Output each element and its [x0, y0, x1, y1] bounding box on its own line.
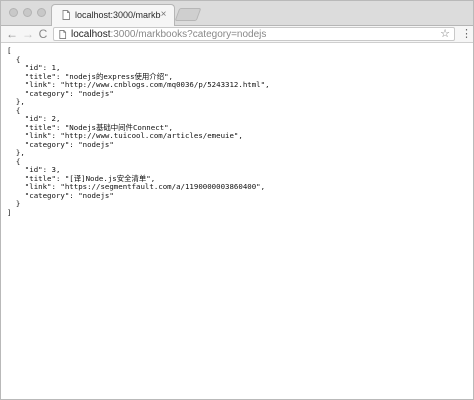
forward-button[interactable]: →	[21, 27, 35, 41]
browser-window: localhost:3000/markbooks?c × ← → C local…	[0, 0, 474, 400]
back-button[interactable]: ←	[5, 27, 19, 41]
page-info-icon[interactable]	[58, 30, 67, 39]
json-response-text: [ { "id": 1, "title": "nodejs的express使用介…	[7, 46, 270, 217]
browser-menu-icon[interactable]: ⋮	[461, 27, 472, 41]
bookmark-star-icon[interactable]: ☆	[440, 28, 450, 40]
tab-title: localhost:3000/markbooks?c	[75, 10, 161, 20]
maximize-window-button[interactable]	[37, 8, 46, 17]
url-path: :3000/markbooks?category=nodejs	[110, 29, 267, 40]
page-content: [ { "id": 1, "title": "nodejs的express使用介…	[1, 43, 473, 399]
tab-close-icon[interactable]: ×	[158, 8, 169, 22]
url-text[interactable]: localhost:3000/markbooks?category=nodejs	[71, 28, 266, 41]
tab-active[interactable]: localhost:3000/markbooks?c ×	[51, 4, 175, 26]
url-host: localhost	[71, 29, 111, 40]
minimize-window-button[interactable]	[23, 8, 32, 17]
close-window-button[interactable]	[9, 8, 18, 17]
address-bar[interactable]: localhost:3000/markbooks?category=nodejs…	[53, 27, 455, 41]
toolbar: ← → C localhost:3000/markbooks?category=…	[1, 26, 473, 43]
page-icon	[62, 10, 70, 20]
tab-strip: localhost:3000/markbooks?c ×	[1, 1, 473, 26]
new-tab-button[interactable]	[174, 8, 202, 21]
reload-button[interactable]: C	[36, 27, 50, 41]
